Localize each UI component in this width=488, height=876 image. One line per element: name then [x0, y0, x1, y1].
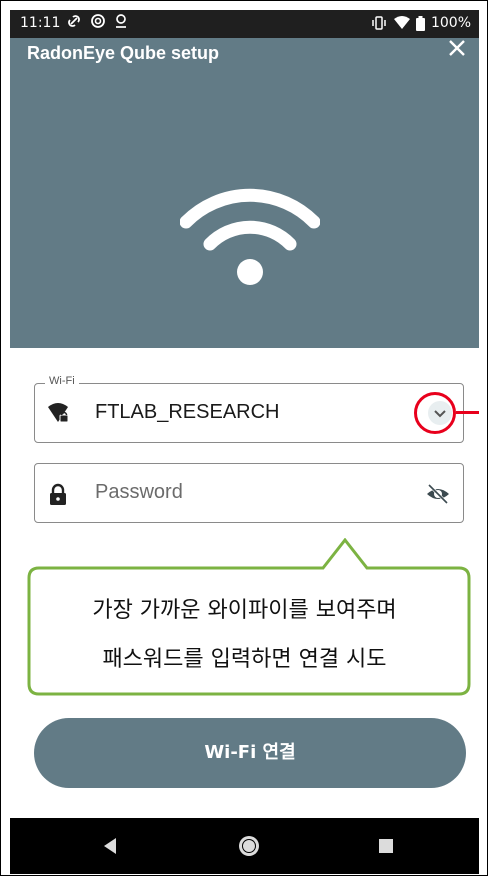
wifi-select-field[interactable]: Wi-Fi FTLAB_RESEARCH [34, 375, 464, 443]
battery-percent: 100% [430, 15, 471, 31]
wifi-field-label: Wi-Fi [45, 375, 79, 387]
wifi-connect-button[interactable]: Wi-Fi 연결 [34, 718, 466, 788]
status-right: 100% [370, 15, 471, 31]
home-circle-icon[interactable] [235, 832, 263, 860]
wifi-icon [180, 188, 320, 285]
wifi-lock-icon [48, 403, 69, 423]
recents-square-icon[interactable] [375, 832, 399, 860]
page-title: RadonEye Qube setup [27, 43, 220, 63]
sync-icon [91, 14, 105, 28]
status-left-icons [66, 13, 128, 29]
wifi-ssid-value: FTLAB_RESEARCH [95, 401, 280, 423]
wifi-signal-icon [393, 16, 410, 29]
link-icon [68, 15, 80, 27]
nav-bar [10, 818, 479, 874]
back-triangle-icon[interactable] [98, 832, 120, 860]
vibrate-icon [372, 16, 386, 30]
status-bar: 11:11 100% [10, 10, 479, 38]
close-icon [449, 40, 465, 56]
eye-off-icon[interactable] [425, 482, 451, 506]
highlight-circle [414, 392, 456, 434]
password-placeholder: Password [95, 481, 183, 503]
battery-icon [415, 15, 425, 31]
setup-header [10, 38, 479, 348]
app-screen: 11:11 100% RadonEye Qube setup Wi-Fi FTL… [10, 10, 479, 874]
password-field[interactable]: Password [34, 463, 464, 523]
lock-icon [50, 483, 66, 505]
highlight-pointer-line [456, 411, 479, 414]
callout-line-2: 패스워드를 입력하면 연결 시도 [102, 647, 387, 672]
status-time: 11:11 [20, 15, 61, 31]
location-icon [116, 14, 126, 28]
callout-line-1: 가장 가까운 와이파이를 보여주며 [92, 598, 397, 623]
close-button[interactable] [443, 38, 471, 66]
